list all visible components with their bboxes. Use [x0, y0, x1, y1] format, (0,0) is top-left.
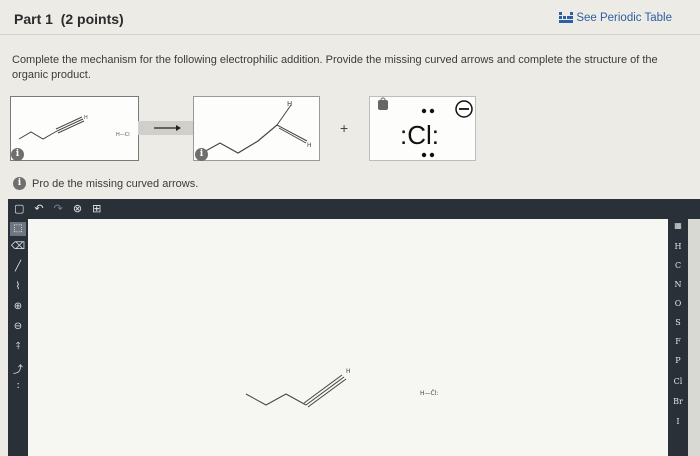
lone-pair-icon[interactable]: ∶: [8, 381, 28, 392]
reactant-structure: H H—Cl: [18, 115, 130, 140]
intermediate-panel[interactable]: H H: [193, 96, 320, 161]
reaction-arrow-box: [138, 121, 193, 135]
hcl-label: H—Cl: [116, 132, 130, 138]
chain-icon[interactable]: ⌇: [8, 281, 28, 292]
header-divider: [0, 34, 700, 35]
chloride-panel: :Cl:: [369, 96, 476, 161]
periodic-table-label[interactable]: See Periodic Table: [576, 12, 672, 24]
alkyne-h-label: H: [84, 115, 88, 121]
part-title: Part 1 (2 points): [14, 11, 124, 27]
element-h[interactable]: H: [668, 242, 688, 251]
canvas-structures: H H—C̈l:: [245, 368, 438, 408]
plus-sign: +: [340, 120, 349, 136]
intermediate-structure: H H: [201, 100, 312, 154]
periodic-table-icon[interactable]: ▦: [668, 221, 688, 230]
info-icon[interactable]: i: [13, 177, 26, 190]
info-icon[interactable]: i: [11, 148, 24, 161]
chloride-symbol: :Cl:: [400, 120, 439, 150]
bond-icon[interactable]: ╱: [8, 261, 28, 272]
plus-charge-icon[interactable]: ⊕: [8, 301, 28, 312]
element-br[interactable]: Br: [668, 397, 688, 406]
element-toolbar: ▦ H C N O S F P Cl Br I: [668, 219, 688, 456]
template-icon[interactable]: ⊞: [92, 199, 101, 219]
periodic-table-link[interactable]: See Periodic Table: [559, 12, 672, 24]
editor-toolbar: ▢ ↶ ↷ ⊗ ⊞: [8, 199, 700, 219]
undo-icon[interactable]: ↶: [34, 199, 43, 219]
redo-icon[interactable]: ↷: [54, 199, 63, 219]
element-n[interactable]: N: [668, 280, 688, 289]
drawing-canvas[interactable]: H H—C̈l:: [28, 219, 668, 456]
select-icon[interactable]: ⬚: [10, 222, 26, 236]
canvas-alkyne-h: H: [346, 368, 351, 375]
page-header: Part 1 (2 points) See Periodic Table: [0, 0, 700, 34]
canvas-hcl-label: H—C̈l:: [420, 390, 438, 397]
eraser-icon[interactable]: ⌫: [8, 241, 28, 252]
left-toolbar: ⬚ ⌫ ╱ ⌇ ⊕ ⊖ ⤉ ⤴ ∶: [8, 219, 28, 456]
new-doc-icon[interactable]: ▢: [14, 199, 24, 219]
element-o[interactable]: O: [668, 299, 688, 308]
product-h-top: H: [287, 100, 292, 108]
arrow-icon[interactable]: ⤉: [8, 341, 28, 352]
info-icon[interactable]: i: [195, 148, 208, 161]
prompt-text: Pro de the missing curved arrows.: [32, 178, 199, 190]
element-f[interactable]: F: [668, 337, 688, 346]
minus-charge-icon[interactable]: ⊖: [8, 321, 28, 332]
periodic-table-icon: [559, 12, 574, 23]
element-c[interactable]: C: [668, 261, 688, 270]
product-h-side: H: [307, 142, 312, 149]
element-cl[interactable]: Cl: [668, 377, 688, 386]
zoom-icon[interactable]: ⊗: [73, 199, 82, 219]
instructions-text: Complete the mechanism for the following…: [12, 54, 658, 81]
reactant-panel[interactable]: H H—Cl: [10, 96, 139, 161]
curved-arrow-icon[interactable]: ⤴: [8, 361, 28, 376]
right-edge-strip: [688, 219, 700, 456]
element-p[interactable]: P: [668, 356, 688, 365]
element-s[interactable]: S: [668, 318, 688, 327]
chloride-structure: :Cl:: [378, 97, 473, 158]
element-i[interactable]: I: [668, 417, 688, 426]
reaction-arrow-icon: [154, 125, 181, 131]
